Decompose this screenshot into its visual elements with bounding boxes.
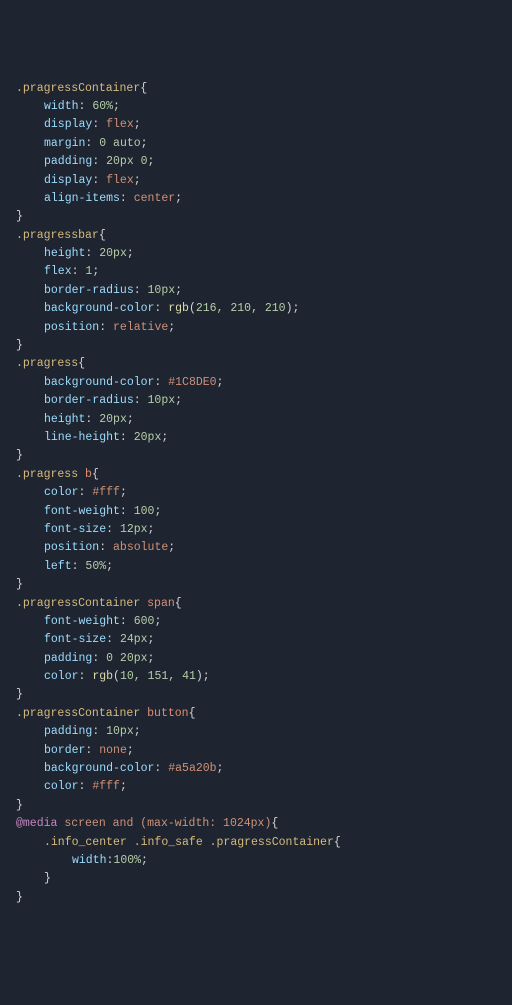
css-declaration: display: flex; bbox=[16, 116, 512, 134]
css-declaration: margin: 0 auto; bbox=[16, 135, 512, 153]
css-declaration: border-radius: 10px; bbox=[16, 392, 512, 410]
css-declaration: color: #fff; bbox=[16, 778, 512, 796]
css-close-brace: } bbox=[16, 870, 512, 888]
css-declaration: font-weight: 600; bbox=[16, 613, 512, 631]
css-selector: .pragress b{ bbox=[16, 466, 512, 484]
css-declaration: line-height: 20px; bbox=[16, 429, 512, 447]
css-declaration: border: none; bbox=[16, 742, 512, 760]
css-selector: .pragressContainer{ bbox=[16, 80, 512, 98]
css-declaration: padding: 10px; bbox=[16, 723, 512, 741]
css-declaration: position: relative; bbox=[16, 319, 512, 337]
css-close-brace: } bbox=[16, 337, 512, 355]
css-declaration: height: 20px; bbox=[16, 411, 512, 429]
css-declaration: flex: 1; bbox=[16, 263, 512, 281]
css-selector: .pragressbar{ bbox=[16, 227, 512, 245]
css-close-brace: } bbox=[16, 686, 512, 704]
css-declaration: display: flex; bbox=[16, 172, 512, 190]
css-declaration: color: rgb(10, 151, 41); bbox=[16, 668, 512, 686]
code-editor[interactable]: .pragressContainer{width: 60%;display: f… bbox=[16, 80, 512, 908]
css-declaration: width: 60%; bbox=[16, 98, 512, 116]
css-declaration: align-items: center; bbox=[16, 190, 512, 208]
css-selector: .pragress{ bbox=[16, 355, 512, 373]
css-declaration: font-weight: 100; bbox=[16, 503, 512, 521]
css-declaration: left: 50%; bbox=[16, 558, 512, 576]
css-close-brace: } bbox=[16, 797, 512, 815]
css-selector: .pragressContainer span{ bbox=[16, 595, 512, 613]
css-selector: .info_center .info_safe .pragressContain… bbox=[16, 834, 512, 852]
css-declaration: position: absolute; bbox=[16, 539, 512, 557]
css-declaration: background-color: rgb(216, 210, 210); bbox=[16, 300, 512, 318]
css-declaration: font-size: 24px; bbox=[16, 631, 512, 649]
css-selector: .pragressContainer button{ bbox=[16, 705, 512, 723]
media-query: @media screen and (max-width: 1024px){ bbox=[16, 815, 512, 833]
css-declaration: font-size: 12px; bbox=[16, 521, 512, 539]
css-close-brace: } bbox=[16, 889, 512, 907]
css-declaration: width:100%; bbox=[16, 852, 512, 870]
css-declaration: background-color: #1C8DE0; bbox=[16, 374, 512, 392]
css-declaration: background-color: #a5a20b; bbox=[16, 760, 512, 778]
css-close-brace: } bbox=[16, 447, 512, 465]
css-declaration: color: #fff; bbox=[16, 484, 512, 502]
css-declaration: height: 20px; bbox=[16, 245, 512, 263]
css-declaration: padding: 20px 0; bbox=[16, 153, 512, 171]
css-declaration: padding: 0 20px; bbox=[16, 650, 512, 668]
css-declaration: border-radius: 10px; bbox=[16, 282, 512, 300]
css-close-brace: } bbox=[16, 208, 512, 226]
css-close-brace: } bbox=[16, 576, 512, 594]
